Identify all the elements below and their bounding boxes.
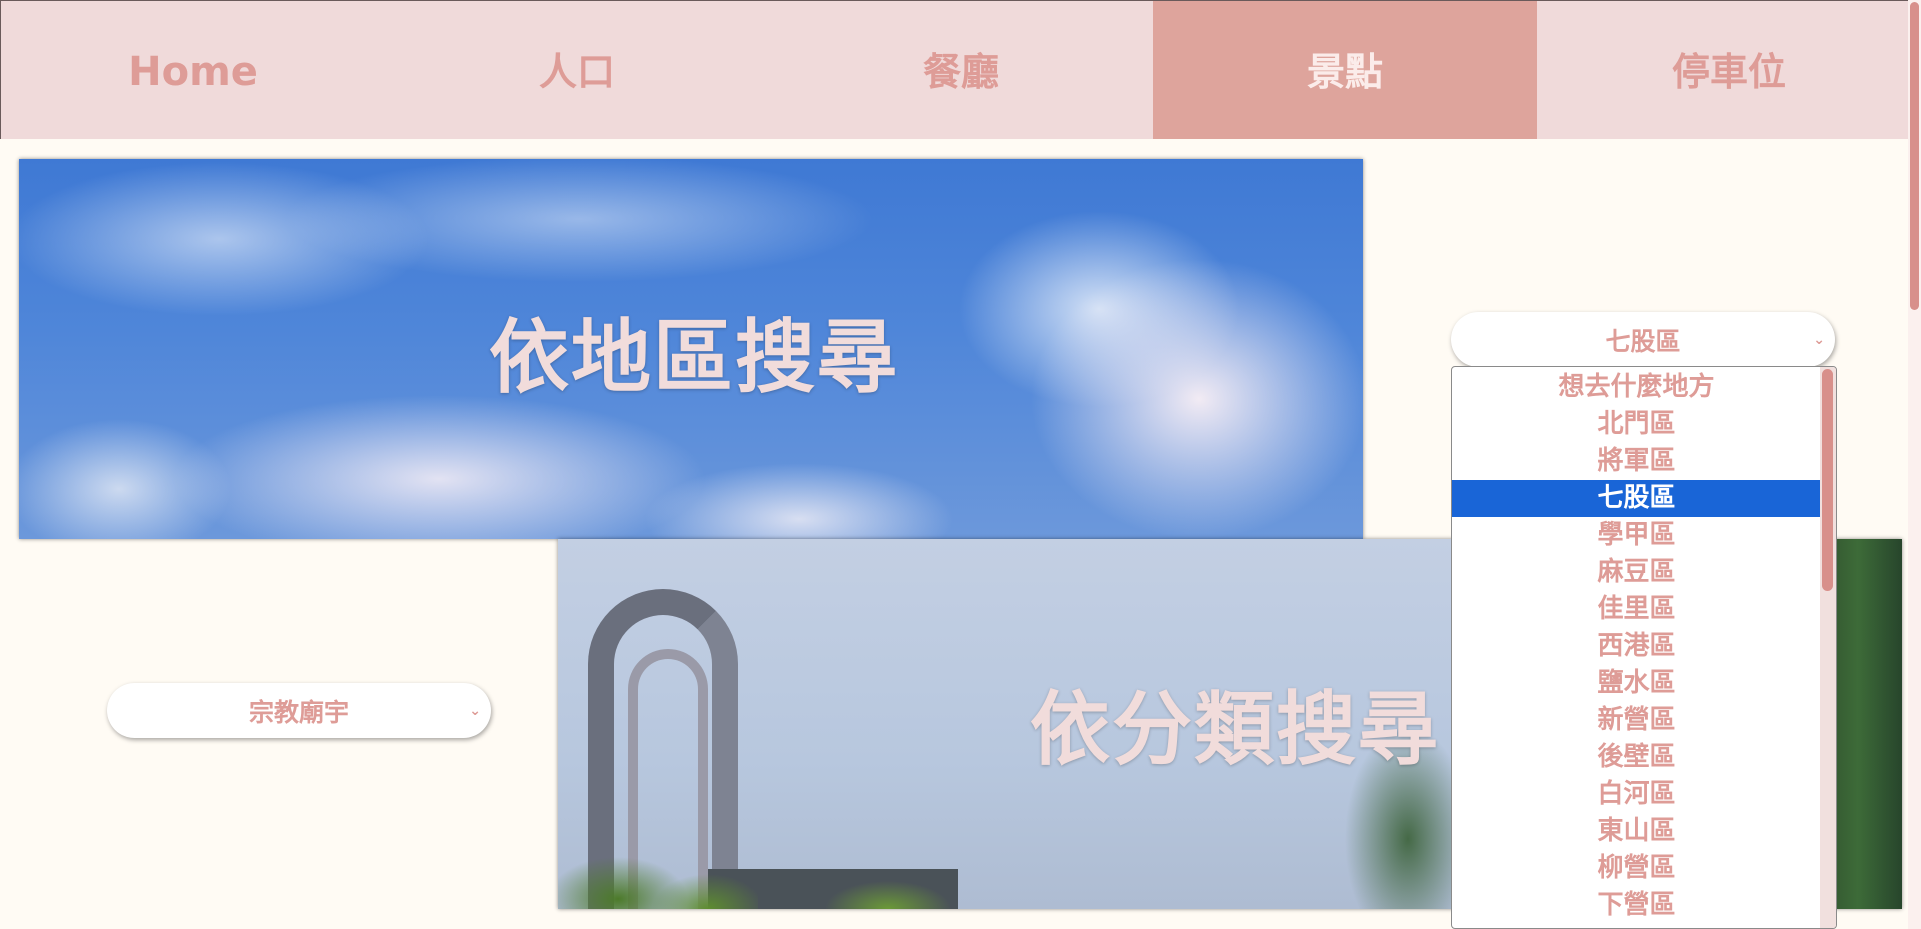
area-option[interactable]: 白河區 [1452, 776, 1821, 813]
area-option[interactable]: 新營區 [1452, 702, 1821, 739]
page-scrollbar-track[interactable] [1908, 0, 1921, 929]
area-option[interactable]: 北門區 [1452, 406, 1821, 443]
nav-restaurants[interactable]: 餐廳 [769, 1, 1153, 139]
area-select[interactable]: 七股區 ⌄ [1451, 312, 1835, 367]
category-select-value: 宗教廟宇 [248, 697, 349, 727]
area-option[interactable]: 柳營區 [1452, 850, 1821, 887]
nav-attractions[interactable]: 景點 [1153, 1, 1537, 139]
area-option[interactable]: 後壁區 [1452, 739, 1821, 776]
area-options-list: 想去什麼地方 北門區 將軍區 七股區 學甲區 麻豆區 佳里區 西港區 鹽水區 新… [1452, 367, 1821, 924]
area-search-title: 依地區搜尋 [489, 311, 899, 404]
category-select[interactable]: 宗教廟宇 ⌄ [107, 683, 491, 738]
area-select-dropdown[interactable]: 想去什麼地方 北門區 將軍區 七股區 學甲區 麻豆區 佳里區 西港區 鹽水區 新… [1451, 366, 1837, 929]
tree-foliage-image [798, 859, 978, 909]
area-option[interactable]: 下營區 [1452, 887, 1821, 924]
tree-foliage-image [558, 839, 758, 909]
nav-home[interactable]: Home [1, 1, 385, 139]
area-option[interactable]: 將軍區 [1452, 443, 1821, 480]
area-select-value: 七股區 [1605, 326, 1681, 356]
area-option[interactable]: 麻豆區 [1452, 554, 1821, 591]
dropdown-scrollbar-thumb[interactable] [1822, 369, 1833, 591]
area-option[interactable]: 西港區 [1452, 628, 1821, 665]
chevron-down-icon: ⌄ [469, 702, 481, 719]
nav-population[interactable]: 人口 [385, 1, 769, 139]
area-search-banner: 依地區搜尋 [19, 159, 1363, 539]
area-option[interactable]: 鹽水區 [1452, 665, 1821, 702]
chevron-down-icon: ⌄ [1813, 331, 1825, 348]
area-option[interactable]: 東山區 [1452, 813, 1821, 850]
page: Home 人口 餐廳 景點 停車位 依地區搜尋 依分類搜尋 七股區 ⌄ 想去什麼… [0, 0, 1921, 929]
page-scrollbar-thumb[interactable] [1910, 2, 1919, 310]
area-option[interactable]: 佳里區 [1452, 591, 1821, 628]
dropdown-scrollbar-track[interactable] [1820, 367, 1836, 928]
area-option[interactable]: 學甲區 [1452, 517, 1821, 554]
top-nav: Home 人口 餐廳 景點 停車位 [0, 0, 1921, 139]
nav-parking[interactable]: 停車位 [1537, 1, 1921, 139]
area-option[interactable]: 想去什麼地方 [1452, 369, 1821, 406]
category-search-title: 依分類搜尋 [1030, 683, 1440, 776]
area-option-selected[interactable]: 七股區 [1452, 480, 1821, 517]
